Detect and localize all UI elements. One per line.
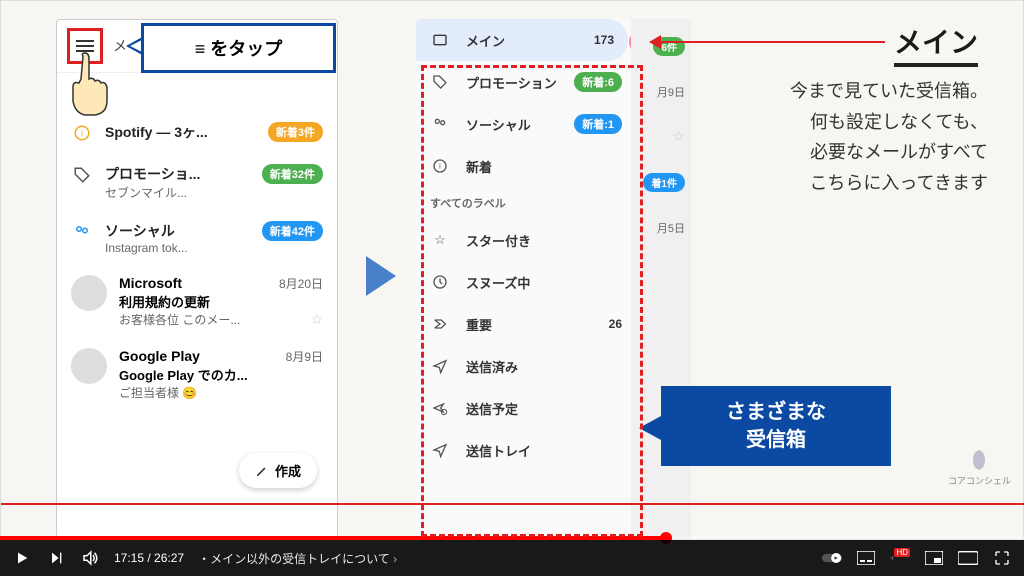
drawer-section-label: すべてのラベル xyxy=(416,187,636,219)
chevron-icon xyxy=(430,314,450,334)
email-googleplay[interactable]: Google Play8月9日 Google Play でのカ... ご担当者様… xyxy=(57,338,337,411)
blue-callout: さまざまな 受信箱 xyxy=(661,386,891,466)
star-icon[interactable]: ☆ xyxy=(310,311,323,328)
main-title: メイン xyxy=(894,21,978,67)
avatar xyxy=(71,275,107,311)
drawer-item-scheduled[interactable]: 送信予定 xyxy=(416,387,636,429)
badge-new: 新着32件 xyxy=(262,164,323,184)
tag-icon xyxy=(71,164,93,186)
pointing-hand-icon xyxy=(63,51,118,121)
drawer-item-new[interactable]: i 新着 xyxy=(416,145,636,187)
video-player-bar: 17:15 / 26:27 ・メイン以外の受信トレイについて › HD xyxy=(0,540,1024,576)
svg-text:i: i xyxy=(439,162,441,171)
play-button[interactable] xyxy=(12,548,32,568)
red-guideline xyxy=(1,503,1024,505)
drawer-item-sent[interactable]: 送信済み xyxy=(416,345,636,387)
captions-button[interactable] xyxy=(856,548,876,568)
inbox-item-social[interactable]: ソーシャルInstagram tok... 新着42件 xyxy=(57,211,337,265)
inbox-item-promo[interactable]: プロモーショ...セブンマイル... 新着32件 xyxy=(57,154,337,211)
arrow-line xyxy=(655,41,885,43)
blue-callout-arrow xyxy=(639,416,661,440)
people-icon xyxy=(71,221,93,243)
schedule-send-icon xyxy=(430,398,450,418)
drawer-item-starred[interactable]: ☆ スター付き xyxy=(416,219,636,261)
arrow-head-icon xyxy=(649,35,661,49)
email-microsoft[interactable]: Microsoft8月20日 利用規約の更新 お客様各位 このメー...☆ xyxy=(57,265,337,338)
inbox-icon xyxy=(430,30,450,50)
outbox-icon xyxy=(430,440,450,460)
tag-icon xyxy=(430,72,450,92)
badge-new: 新着3件 xyxy=(268,122,323,142)
send-icon xyxy=(430,356,450,376)
drawer-item-outbox[interactable]: 送信トレイ xyxy=(416,429,636,471)
brand-logo: コアコンシェル xyxy=(948,448,1011,487)
drawer-item-social[interactable]: ソーシャル 新着:1 xyxy=(416,103,636,145)
info-icon: i xyxy=(71,122,93,144)
compose-button[interactable]: 作成 xyxy=(239,453,317,488)
svg-text:i: i xyxy=(81,129,83,138)
drawer-item-main[interactable]: メイン 173 xyxy=(416,19,628,61)
fullscreen-button[interactable] xyxy=(992,548,1012,568)
people-icon xyxy=(430,114,450,134)
star-icon: ☆ xyxy=(430,230,450,250)
badge-new: 新着42件 xyxy=(262,221,323,241)
explanation-text: 今まで見ていた受信箱。 何も設定しなくても、 必要なメールがすべて こちらに入っ… xyxy=(698,76,988,198)
chapter-title[interactable]: ・メイン以外の受信トレイについて › xyxy=(198,550,397,567)
info-icon: i xyxy=(430,156,450,176)
drawer-item-snoozed[interactable]: スヌーズ中 xyxy=(416,261,636,303)
avatar xyxy=(71,348,107,384)
autoplay-toggle[interactable] xyxy=(822,548,842,568)
arrow-right-icon xyxy=(361,251,401,306)
clock-icon xyxy=(430,272,450,292)
settings-button[interactable]: HD xyxy=(890,548,910,568)
next-button[interactable] xyxy=(46,548,66,568)
drawer-item-important[interactable]: 重要 26 xyxy=(416,303,636,345)
drawer-item-promo[interactable]: プロモーション 新着:6 xyxy=(416,61,636,103)
theater-button[interactable] xyxy=(958,548,978,568)
miniplayer-button[interactable] xyxy=(924,548,944,568)
time-display: 17:15 / 26:27 xyxy=(114,551,184,565)
pencil-icon xyxy=(255,464,269,478)
volume-button[interactable] xyxy=(80,548,100,568)
tap-instruction-callout: ≡ をタップ xyxy=(141,23,336,73)
